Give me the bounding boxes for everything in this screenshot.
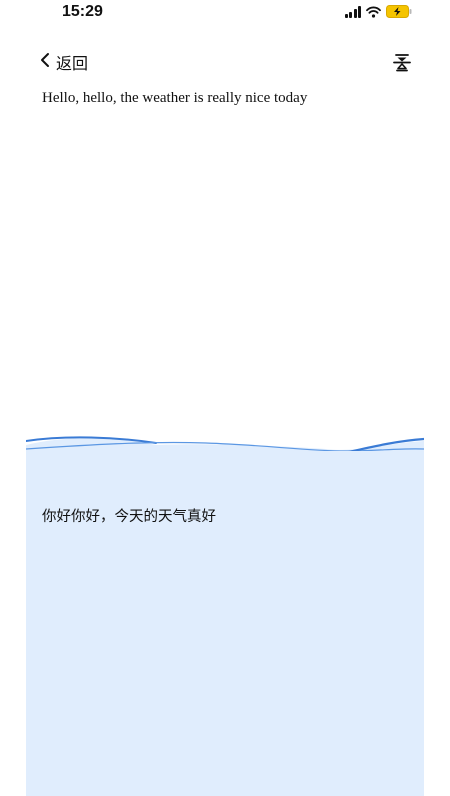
source-text: Hello, hello, the weather is really nice…: [42, 90, 308, 106]
wifi-icon: [366, 6, 381, 18]
header: 返回: [0, 44, 450, 80]
back-label: 返回: [56, 54, 89, 73]
back-button[interactable]: 返回: [40, 50, 88, 74]
translated-text: 你好你好，今天的天气真好: [42, 509, 216, 525]
translation-panel: 你好你好，今天的天气真好: [26, 433, 424, 796]
status-icons: [344, 5, 413, 18]
battery-charging-icon: [386, 5, 412, 18]
chevron-left-icon: [40, 52, 50, 73]
status-time: 15:29: [62, 3, 103, 20]
filter-button[interactable]: [390, 50, 414, 74]
signal-icon: [344, 5, 361, 18]
translation-body: 你好你好，今天的天气真好: [26, 451, 424, 796]
status-bar: 15:29: [0, 0, 450, 32]
filter-icon: [390, 54, 414, 78]
